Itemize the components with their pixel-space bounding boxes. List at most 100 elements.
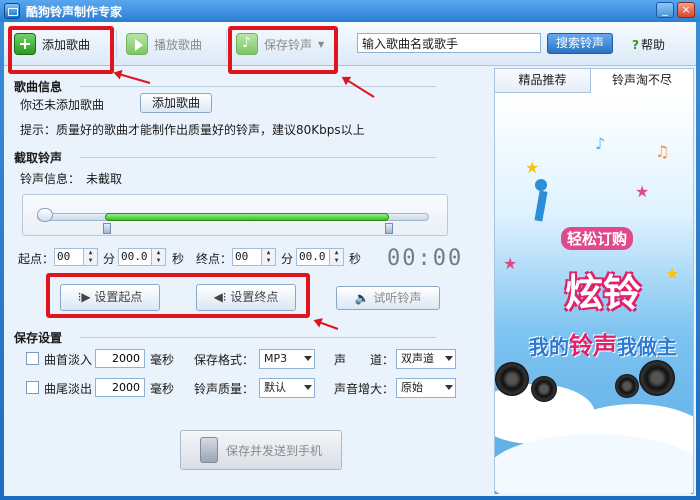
start-minute-spinner[interactable]: 00 ▲ ▼ bbox=[54, 248, 98, 266]
second-unit: 秒 bbox=[172, 252, 185, 266]
fade-in-input[interactable] bbox=[95, 349, 145, 368]
star-icon: ★ bbox=[665, 264, 680, 283]
section-divider bbox=[80, 157, 436, 158]
channel-select[interactable]: 双声道 bbox=[396, 349, 456, 369]
promo-banner[interactable]: ★ ★ ★ ★ ♪ ♫ 轻松订购 炫铃 我的铃声我做主 bbox=[495, 94, 693, 494]
start-second-spinner[interactable]: 00.0 ▲ ▼ bbox=[118, 248, 166, 266]
dropdown-arrow-icon bbox=[304, 385, 312, 390]
slogan-part: 我的 bbox=[529, 335, 569, 359]
window-title: 酷狗铃声制作专家 bbox=[26, 5, 123, 19]
position-knob[interactable] bbox=[37, 208, 53, 222]
spinner-arrows-icon[interactable]: ▲ ▼ bbox=[329, 249, 343, 265]
speaker-icon: 🔈 bbox=[354, 291, 374, 305]
fade-out-checkbox[interactable] bbox=[26, 381, 39, 394]
minute-unit: 分 bbox=[281, 252, 294, 266]
promo-subscribe-text: 轻松订购 bbox=[561, 227, 634, 250]
main-client-area: 添加歌曲 播放歌曲 保存铃声 ▼ 搜索铃声 ? 帮助 歌曲信息 你还未添加歌曲 bbox=[4, 22, 696, 496]
title-bar: 酷狗铃声制作专家 _ × bbox=[0, 0, 700, 22]
ringtone-info-label: 铃声信息： bbox=[20, 172, 81, 186]
star-icon: ★ bbox=[503, 254, 518, 273]
spinner-arrows-icon[interactable]: ▲ ▼ bbox=[83, 249, 97, 265]
slogan-part: 我做主 bbox=[617, 335, 677, 359]
fade-out-input[interactable] bbox=[95, 378, 145, 397]
start-second-value: 00.0 bbox=[121, 250, 148, 263]
help-label: 帮助 bbox=[640, 38, 665, 52]
fade-in-checkbox[interactable] bbox=[26, 352, 39, 365]
minute-unit: 分 bbox=[103, 252, 116, 266]
cloud-decoration bbox=[495, 434, 693, 494]
save-send-to-phone-button[interactable]: 保存并发送到手机 bbox=[180, 430, 342, 470]
section-divider bbox=[80, 86, 436, 87]
end-second-spinner[interactable]: 00.0 ▲ ▼ bbox=[296, 248, 344, 266]
speaker-icon bbox=[531, 376, 557, 402]
start-label: 起点： bbox=[18, 252, 55, 266]
gain-select[interactable]: 原始 bbox=[396, 378, 456, 398]
second-unit: 秒 bbox=[349, 252, 362, 266]
highlight-box bbox=[228, 26, 338, 74]
cut-ringtone-heading: 截取铃声 bbox=[14, 151, 63, 165]
quality-value: 默认 bbox=[264, 381, 286, 394]
end-minute-value: 00 bbox=[235, 250, 249, 263]
waveform-slider-panel bbox=[22, 194, 448, 236]
selection-range[interactable] bbox=[105, 213, 389, 221]
toolbar-separator bbox=[226, 30, 227, 58]
save-settings-heading: 保存设置 bbox=[14, 331, 63, 345]
end-second-value: 00.0 bbox=[299, 250, 326, 263]
star-icon: ★ bbox=[525, 158, 540, 177]
search-input[interactable] bbox=[357, 33, 541, 53]
end-minute-spinner[interactable]: 00 ▲ ▼ bbox=[232, 248, 276, 266]
search-ringtone-button[interactable]: 搜索铃声 bbox=[547, 33, 613, 54]
section-divider bbox=[80, 337, 436, 338]
spinner-arrows-icon[interactable]: ▲ ▼ bbox=[151, 249, 165, 265]
speaker-icon bbox=[639, 360, 675, 396]
help-link[interactable]: ? 帮助 bbox=[632, 36, 665, 53]
end-label: 终点： bbox=[196, 252, 233, 266]
star-icon: ★ bbox=[635, 182, 650, 201]
time-display: 00:00 bbox=[387, 246, 464, 271]
ringtone-info-value: 未截取 bbox=[86, 172, 123, 186]
toolbar-separator bbox=[116, 30, 117, 58]
tab-ringtone-store[interactable]: 铃声淘不尽 bbox=[591, 69, 693, 93]
speaker-icon bbox=[615, 374, 639, 398]
start-marker[interactable] bbox=[103, 223, 111, 234]
dancer-figure bbox=[525, 179, 555, 239]
highlight-box bbox=[46, 273, 310, 318]
music-note-icon: ♪ bbox=[595, 134, 606, 153]
fade-in-label: 曲首淡入 bbox=[44, 353, 93, 367]
speaker-icon bbox=[495, 362, 529, 396]
spinner-arrows-icon[interactable]: ▲ ▼ bbox=[261, 249, 275, 265]
format-label: 保存格式： bbox=[194, 353, 255, 367]
gain-value: 原始 bbox=[401, 381, 423, 394]
quality-label: 铃声质量： bbox=[194, 382, 255, 396]
close-button[interactable]: × bbox=[677, 2, 695, 18]
add-song-button[interactable]: 添加歌曲 bbox=[140, 93, 212, 113]
promo-slogan: 我的铃声我做主 bbox=[529, 326, 677, 361]
play-song-label: 播放歌曲 bbox=[154, 37, 203, 52]
end-marker[interactable] bbox=[385, 223, 393, 234]
ms-unit: 毫秒 bbox=[150, 382, 175, 396]
preview-ringtone-button[interactable]: 🔈 试听铃声 bbox=[336, 286, 440, 310]
play-icon bbox=[126, 33, 148, 55]
slogan-part: 铃声 bbox=[569, 332, 617, 360]
tab-featured[interactable]: 精品推荐 bbox=[495, 69, 591, 93]
dropdown-arrow-icon bbox=[304, 356, 312, 361]
promo-headline: 炫铃 bbox=[565, 270, 642, 315]
minimize-button[interactable]: _ bbox=[656, 2, 674, 18]
play-song-button[interactable]: 播放歌曲 bbox=[126, 30, 202, 58]
song-status-text: 你还未添加歌曲 bbox=[20, 98, 105, 112]
dropdown-arrow-icon bbox=[445, 356, 453, 361]
phone-icon bbox=[199, 437, 218, 463]
format-select[interactable]: MP3 bbox=[259, 349, 315, 369]
save-send-label: 保存并发送到手机 bbox=[225, 443, 322, 458]
format-value: MP3 bbox=[264, 352, 288, 365]
gain-label: 声音增大： bbox=[334, 382, 395, 396]
ms-unit: 毫秒 bbox=[150, 353, 175, 367]
highlight-box bbox=[8, 26, 114, 74]
channel-label: 声 道： bbox=[334, 353, 395, 367]
music-note-icon: ♫ bbox=[655, 142, 670, 161]
quality-select[interactable]: 默认 bbox=[259, 378, 315, 398]
help-icon: ? bbox=[632, 37, 639, 52]
app-icon bbox=[4, 3, 20, 19]
recommendation-panel: 精品推荐 铃声淘不尽 ★ ★ ★ ★ ♪ ♫ 轻松订购 炫铃 我的铃声我做主 bbox=[494, 68, 694, 494]
quality-tip: 提示：质量好的歌曲才能制作出质量好的铃声，建议80Kbps以上 bbox=[20, 123, 365, 137]
